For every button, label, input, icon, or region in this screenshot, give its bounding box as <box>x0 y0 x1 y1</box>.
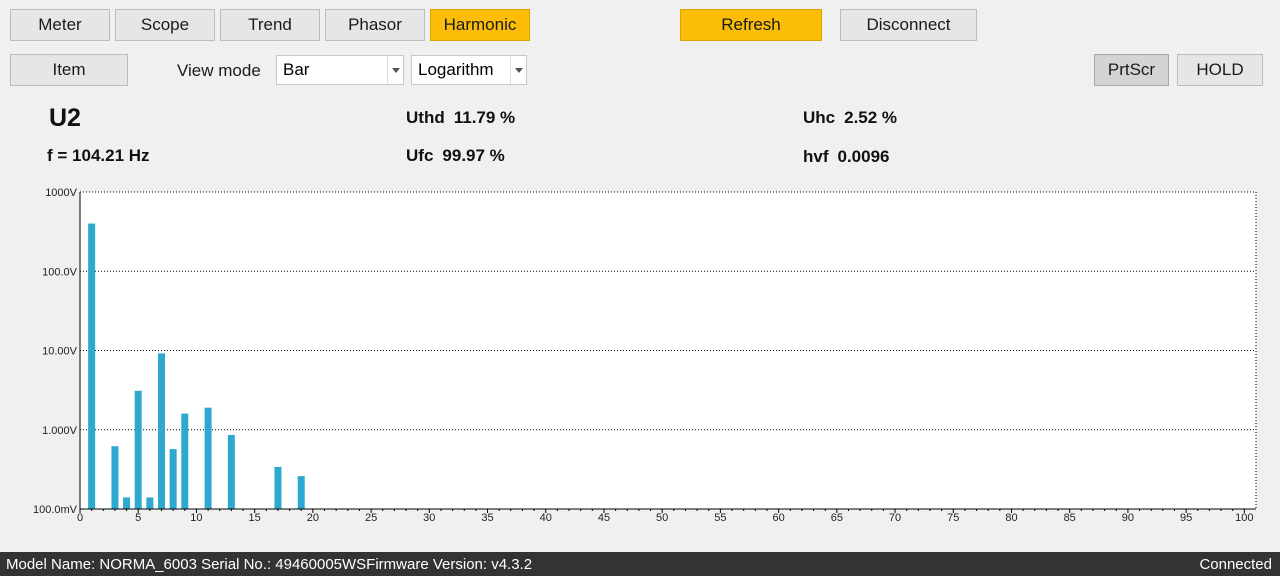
ufc-value: 99.97 % <box>442 146 505 165</box>
hold-button[interactable]: HOLD <box>1177 54 1263 86</box>
ufc-label: Ufc <box>406 146 434 165</box>
x-tick-label: 60 <box>772 512 784 524</box>
frequency-readout: f = 104.21 Hz <box>47 146 150 165</box>
harmonic-bar <box>111 446 119 509</box>
scale-select[interactable]: Logarithm <box>411 55 527 85</box>
x-tick-label: 55 <box>714 512 726 524</box>
harmonic-bar <box>227 434 235 509</box>
harmonic-bar <box>274 466 282 509</box>
x-tick-label: 40 <box>540 512 552 524</box>
device-info: Model Name: NORMA_6003 Serial No.: 49460… <box>6 555 533 573</box>
prtscr-button[interactable]: PrtScr <box>1094 54 1169 86</box>
harmonic-bar <box>88 223 96 509</box>
x-tick-label: 90 <box>1122 512 1134 524</box>
refresh-button[interactable]: Refresh <box>680 9 822 41</box>
x-tick-label: 35 <box>481 512 493 524</box>
status-bar: Model Name: NORMA_6003 Serial No.: 49460… <box>0 552 1280 576</box>
uthd-value: 11.79 % <box>453 108 516 127</box>
hvf-readout: hvf 0.0096 <box>803 147 890 167</box>
x-tick-label: 50 <box>656 512 668 524</box>
harmonic-bar <box>123 497 131 509</box>
tab-harmonic[interactable]: Harmonic <box>430 9 530 41</box>
x-tick-label: 20 <box>307 512 319 524</box>
uhc-label: Uhc <box>803 108 836 127</box>
view-mode-select[interactable]: Bar <box>276 55 404 85</box>
ufc-readout: Ufc 99.97 % <box>406 146 505 166</box>
harmonic-bar <box>158 353 166 509</box>
y-tick-label: 100.0V <box>42 266 78 278</box>
tab-trend[interactable]: Trend <box>220 9 320 41</box>
x-tick-label: 0 <box>77 512 83 524</box>
tab-meter[interactable]: Meter <box>10 9 110 41</box>
x-tick-label: 10 <box>190 512 202 524</box>
x-tick-label: 25 <box>365 512 377 524</box>
x-tick-label: 80 <box>1005 512 1017 524</box>
x-tick-label: 65 <box>831 512 843 524</box>
harmonic-bar-chart: 1000V 100.0V 10.00V 1.000V 100.0mV0 5 10 15 20 25… <box>33 187 1257 524</box>
x-tick-label: 15 <box>249 512 261 524</box>
view-mode-value: Bar <box>283 60 310 79</box>
uhc-value: 2.52 % <box>844 108 898 127</box>
tab-scope[interactable]: Scope <box>115 9 215 41</box>
harmonic-bar <box>134 390 142 509</box>
item-button[interactable]: Item <box>10 54 128 86</box>
x-tick-label: 95 <box>1180 512 1192 524</box>
scale-value: Logarithm <box>418 60 494 79</box>
harmonic-bar <box>181 413 189 509</box>
channel-label: U2 <box>49 104 81 132</box>
y-tick-label: 1000V <box>45 187 77 199</box>
uhc-readout: Uhc 2.52 % <box>803 108 897 128</box>
harmonic-bar <box>297 476 305 509</box>
chevron-down-icon[interactable] <box>387 56 403 84</box>
x-tick-label: 100 <box>1235 512 1253 524</box>
uthd-readout: Uthd 11.79 % <box>406 108 515 128</box>
harmonic-bar <box>146 497 154 509</box>
hvf-value: 0.0096 <box>837 147 890 166</box>
y-tick-label: 10.00V <box>42 346 78 358</box>
x-tick-label: 5 <box>135 512 141 524</box>
y-tick-label: 100.0mV <box>33 504 78 516</box>
disconnect-button[interactable]: Disconnect <box>840 9 977 41</box>
harmonic-bar <box>169 449 177 509</box>
x-tick-label: 30 <box>423 512 435 524</box>
x-tick-label: 45 <box>598 512 610 524</box>
chevron-down-icon[interactable] <box>510 56 526 84</box>
y-tick-label: 1.000V <box>42 425 78 437</box>
x-tick-label: 85 <box>1064 512 1076 524</box>
tab-phasor[interactable]: Phasor <box>325 9 425 41</box>
harmonic-bar <box>204 407 212 509</box>
view-mode-label: View mode <box>177 61 261 80</box>
connection-status: Connected <box>1199 555 1272 573</box>
hvf-label: hvf <box>803 147 829 166</box>
x-tick-label: 70 <box>889 512 901 524</box>
x-tick-label: 75 <box>947 512 959 524</box>
uthd-label: Uthd <box>406 108 445 127</box>
